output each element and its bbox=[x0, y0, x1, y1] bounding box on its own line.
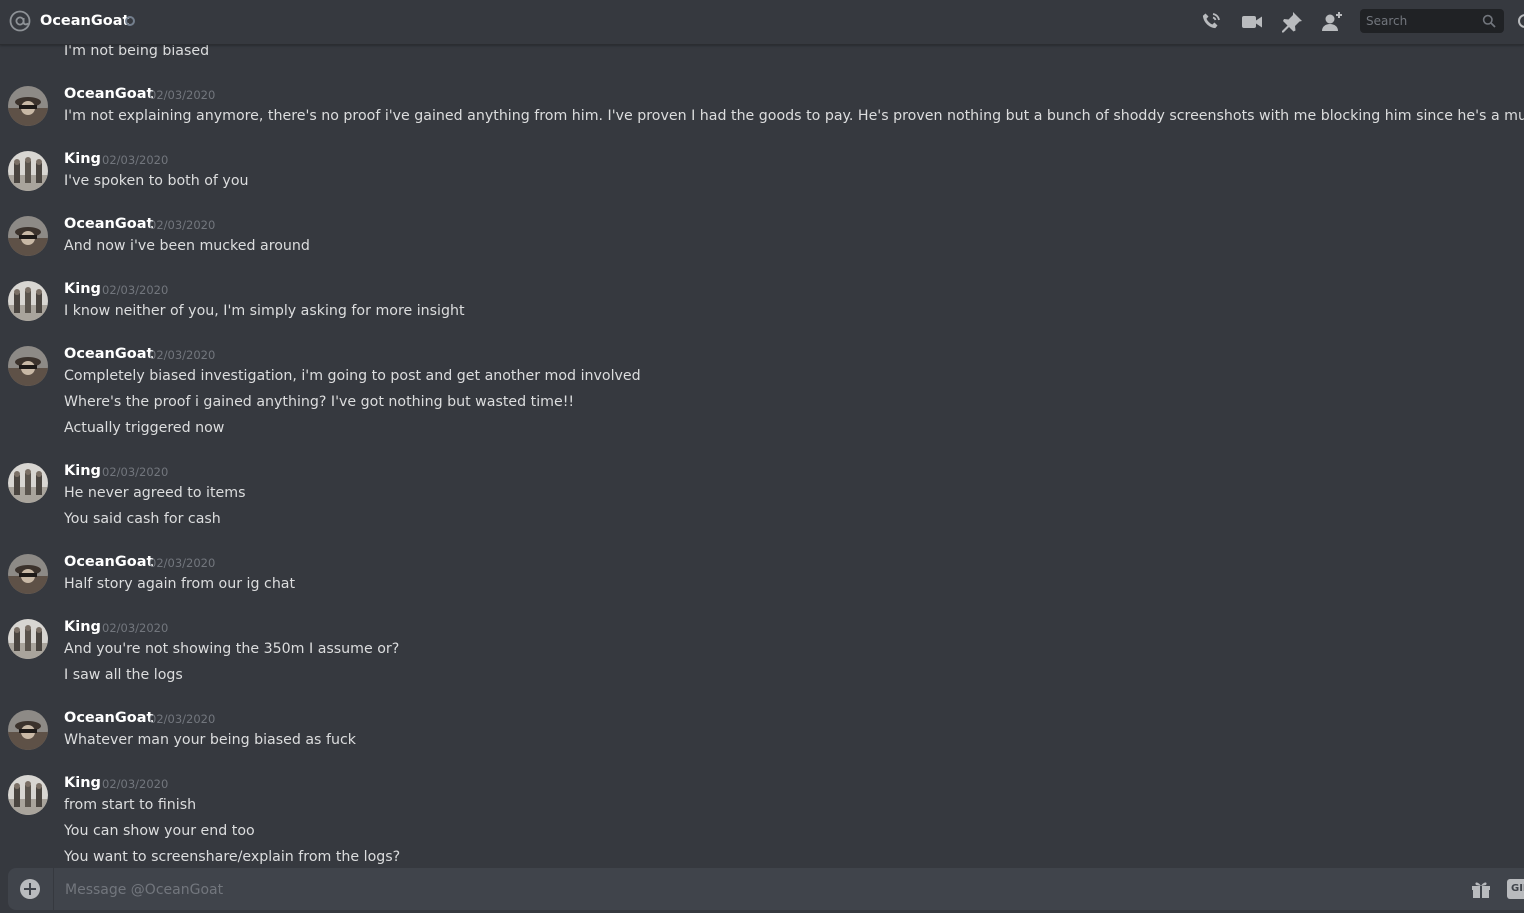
message-author[interactable]: OceanGoat bbox=[64, 84, 153, 104]
message-timestamp: 02/03/2020 bbox=[102, 153, 169, 167]
king-avatar[interactable] bbox=[8, 463, 48, 503]
message-line: Whatever man your being biased as fuck bbox=[64, 732, 356, 748]
king-avatar[interactable] bbox=[8, 619, 48, 659]
message-line: Completely biased investigation, i'm goi… bbox=[64, 368, 641, 384]
message-timestamp: 02/03/2020 bbox=[149, 556, 216, 570]
message-composer: GIF bbox=[0, 866, 1524, 913]
king-avatar[interactable] bbox=[8, 281, 48, 321]
message-line: I've spoken to both of you bbox=[64, 173, 249, 189]
message-line: You said cash for cash bbox=[64, 511, 221, 527]
gif-button[interactable]: GIF bbox=[1507, 879, 1524, 899]
message-author[interactable]: OceanGoat bbox=[64, 214, 153, 234]
message-list: I'm not being biased OceanGoat 02/03/202… bbox=[0, 0, 1524, 866]
message-author[interactable]: OceanGoat bbox=[64, 708, 153, 728]
dm-recipient-name: OceanGoat bbox=[40, 13, 130, 29]
channel-header: OceanGoat Search bbox=[0, 0, 1524, 45]
message-author[interactable]: OceanGoat bbox=[64, 344, 153, 364]
message-author[interactable]: King bbox=[64, 461, 101, 481]
app-window: I'm not being biased OceanGoat 02/03/202… bbox=[0, 0, 1524, 913]
message-timestamp: 02/03/2020 bbox=[149, 88, 216, 102]
gift-icon[interactable] bbox=[1469, 877, 1493, 901]
oceangoat-avatar[interactable] bbox=[8, 710, 48, 750]
message-author[interactable]: King bbox=[64, 149, 101, 169]
oceangoat-avatar[interactable] bbox=[8, 346, 48, 386]
oceangoat-avatar[interactable] bbox=[8, 216, 48, 256]
message-line: You can show your end too bbox=[64, 823, 255, 839]
message-line: Half story again from our ig chat bbox=[64, 576, 296, 592]
message-timestamp: 02/03/2020 bbox=[102, 465, 169, 479]
message-author[interactable]: King bbox=[64, 279, 101, 299]
king-avatar[interactable] bbox=[8, 775, 48, 815]
message-timestamp: 02/03/2020 bbox=[149, 712, 216, 726]
search-icon bbox=[1482, 14, 1496, 28]
message-timestamp: 02/03/2020 bbox=[149, 218, 216, 232]
upload-plus-icon[interactable] bbox=[20, 879, 40, 899]
oceangoat-avatar[interactable] bbox=[8, 86, 48, 126]
oceangoat-avatar[interactable] bbox=[8, 554, 48, 594]
message-timestamp: 02/03/2020 bbox=[102, 777, 169, 791]
message-author[interactable]: King bbox=[64, 773, 101, 793]
composer-box: GIF bbox=[8, 868, 1524, 910]
message-line: I know neither of you, I'm simply asking… bbox=[64, 303, 465, 319]
add-friend-icon[interactable] bbox=[1320, 10, 1344, 34]
message-input[interactable] bbox=[63, 872, 1447, 908]
message-line: Actually triggered now bbox=[64, 420, 225, 436]
king-avatar[interactable] bbox=[8, 151, 48, 191]
video-call-icon[interactable] bbox=[1240, 10, 1264, 34]
search-placeholder: Search bbox=[1366, 14, 1408, 28]
message-line: Where's the proof i gained anything? I'v… bbox=[64, 394, 575, 410]
message-line: He never agreed to items bbox=[64, 485, 246, 501]
message-line: from start to finish bbox=[64, 797, 197, 813]
message-line: And you're not showing the 350m I assume… bbox=[64, 641, 400, 657]
composer-divider bbox=[53, 868, 54, 910]
message-author[interactable]: OceanGoat bbox=[64, 552, 153, 572]
at-sign-icon bbox=[9, 10, 31, 32]
inbox-icon[interactable] bbox=[1518, 14, 1524, 28]
message-line: I'm not explaining anymore, there's no p… bbox=[64, 108, 1524, 124]
search-input[interactable]: Search bbox=[1360, 9, 1504, 33]
message-timestamp: 02/03/2020 bbox=[102, 621, 169, 635]
message-timestamp: 02/03/2020 bbox=[102, 283, 169, 297]
message-author[interactable]: King bbox=[64, 617, 101, 637]
voice-call-icon[interactable] bbox=[1199, 10, 1223, 34]
message-line: And now i've been mucked around bbox=[64, 238, 310, 254]
message-line: You want to screenshare/explain from the… bbox=[64, 849, 401, 865]
pinned-messages-icon[interactable] bbox=[1280, 10, 1304, 34]
offline-status-icon bbox=[125, 16, 135, 26]
message-timestamp: 02/03/2020 bbox=[149, 348, 216, 362]
message-line: I saw all the logs bbox=[64, 667, 183, 683]
